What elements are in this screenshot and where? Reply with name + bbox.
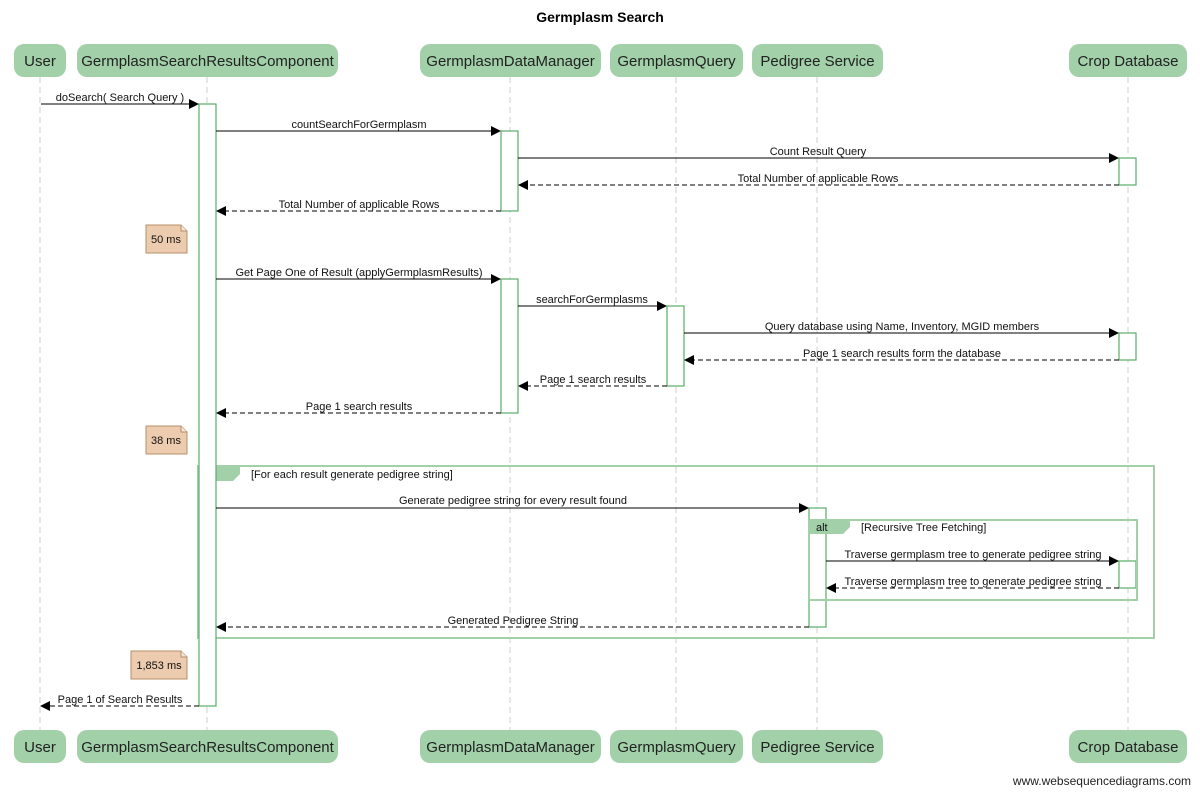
participant-gq-bottom[interactable]: GermplasmQuery	[610, 730, 743, 763]
arrowhead-icon	[216, 206, 226, 216]
participant-label: User	[24, 739, 56, 756]
participant-label: GermplasmDataManager	[426, 739, 594, 756]
message-label: Page 1 search results form the database	[803, 348, 1001, 360]
message-label: Generated Pedigree String	[448, 615, 579, 627]
participant-label: Crop Database	[1078, 53, 1179, 70]
message-total-rows-db[interactable]: Total Number of applicable Rows	[518, 173, 1119, 190]
participant-user[interactable]: User	[14, 44, 66, 77]
arrowhead-icon	[657, 301, 667, 311]
participant-label: GermplasmQuery	[617, 53, 736, 70]
message-total-rows[interactable]: Total Number of applicable Rows	[216, 199, 501, 216]
message-count-search[interactable]: countSearchForGermplasm	[216, 119, 501, 136]
message-label: Page 1 search results	[540, 374, 647, 386]
message-traverse-return[interactable]: Traverse germplasm tree to generate pedi…	[826, 576, 1119, 593]
message-count-result-query[interactable]: Count Result Query	[518, 146, 1119, 163]
note-1853ms[interactable]: 1,853 ms	[130, 650, 188, 680]
participant-label: GermplasmSearchResultsComponent	[81, 53, 334, 70]
footer-watermark[interactable]: www.websequencediagrams.com	[1012, 774, 1191, 788]
message-page1-to-gdm[interactable]: Page 1 search results	[518, 374, 667, 391]
arrowhead-icon	[1109, 556, 1119, 566]
participant-gsrc[interactable]: GermplasmSearchResultsComponent	[77, 44, 338, 77]
participant-label: Crop Database	[1078, 739, 1179, 756]
frame-condition: [Recursive Tree Fetching]	[861, 522, 986, 534]
participant-label: GermplasmDataManager	[426, 53, 594, 70]
sequence-diagram: Germplasm Search User GermplasmSearchRes…	[14, 9, 1191, 788]
participant-gdm-bottom[interactable]: GermplasmDataManager	[420, 730, 601, 763]
arrowhead-icon	[216, 622, 226, 632]
note-fold-icon	[180, 426, 187, 433]
activation-cdb-2	[1118, 332, 1137, 361]
message-search-for-germplasms[interactable]: searchForGermplasms	[518, 294, 667, 311]
message-page1-to-gsrc[interactable]: Page 1 search results	[216, 401, 501, 418]
participant-gsrc-bottom[interactable]: GermplasmSearchResultsComponent	[77, 730, 338, 763]
message-label: countSearchForGermplasm	[291, 119, 426, 131]
arrowhead-icon	[40, 701, 50, 711]
participant-ps[interactable]: Pedigree Service	[752, 44, 883, 77]
arrowhead-icon	[518, 180, 528, 190]
participant-label: GermplasmQuery	[617, 739, 736, 756]
message-page1-from-db[interactable]: Page 1 search results form the database	[684, 348, 1119, 365]
message-dosearch[interactable]: doSearch( Search Query )	[41, 92, 199, 109]
message-label: Total Number of applicable Rows	[738, 173, 899, 185]
message-label: doSearch( Search Query )	[56, 92, 184, 104]
note-fold-icon	[180, 225, 187, 232]
arrowhead-icon	[799, 503, 809, 513]
note-38ms[interactable]: 38 ms	[145, 425, 188, 455]
note-50ms[interactable]: 50 ms	[145, 224, 188, 254]
message-generated-pedigree[interactable]: Generated Pedigree String	[216, 615, 809, 632]
frame-kind-label: alt	[816, 522, 828, 534]
arrowhead-icon	[684, 355, 694, 365]
participant-cdb[interactable]: Crop Database	[1069, 44, 1187, 77]
activation-cdb-3	[1118, 560, 1137, 589]
activation-gsrc	[198, 103, 217, 707]
message-generate-pedigree[interactable]: Generate pedigree string for every resul…	[216, 495, 809, 513]
note-label: 50 ms	[151, 234, 181, 246]
arrowhead-icon	[216, 408, 226, 418]
message-label: Page 1 search results	[306, 401, 413, 413]
arrowhead-icon	[491, 126, 501, 136]
activation-gq	[666, 305, 685, 387]
message-query-database[interactable]: Query database using Name, Inventory, MG…	[684, 321, 1119, 338]
message-label: searchForGermplasms	[536, 294, 648, 306]
participant-user-bottom[interactable]: User	[14, 730, 66, 763]
arrowhead-icon	[518, 381, 528, 391]
arrowhead-icon	[189, 99, 199, 109]
arrowhead-icon	[826, 583, 836, 593]
message-label: Traverse germplasm tree to generate pedi…	[845, 549, 1102, 561]
participant-gq[interactable]: GermplasmQuery	[610, 44, 743, 77]
message-page1-of-results[interactable]: Page 1 of Search Results	[40, 694, 199, 711]
frame-condition: [For each result generate pedigree strin…	[251, 469, 453, 481]
participant-label: Pedigree Service	[760, 53, 874, 70]
message-label: Query database using Name, Inventory, MG…	[765, 321, 1040, 333]
activation-gdm-1	[500, 130, 519, 212]
message-get-page-one[interactable]: Get Page One of Result (applyGermplasmRe…	[216, 267, 501, 284]
message-label: Get Page One of Result (applyGermplasmRe…	[236, 267, 483, 279]
message-label: Page 1 of Search Results	[58, 694, 183, 706]
arrowhead-icon	[491, 274, 501, 284]
arrowhead-icon	[1109, 328, 1119, 338]
notes: 50 ms 38 ms 1,853 ms	[130, 224, 188, 680]
message-label: Traverse germplasm tree to generate pedi…	[845, 576, 1102, 588]
arrowhead-icon	[1109, 153, 1119, 163]
note-label: 1,853 ms	[136, 660, 182, 672]
participants-top: User GermplasmSearchResultsComponent Ger…	[14, 44, 1187, 77]
participant-ps-bottom[interactable]: Pedigree Service	[752, 730, 883, 763]
participant-label: GermplasmSearchResultsComponent	[81, 739, 334, 756]
message-label: Generate pedigree string for every resul…	[399, 495, 627, 507]
participant-label: User	[24, 53, 56, 70]
message-label: Total Number of applicable Rows	[279, 199, 440, 211]
participants-bottom: User GermplasmSearchResultsComponent Ger…	[14, 730, 1187, 763]
message-traverse-call[interactable]: Traverse germplasm tree to generate pedi…	[826, 549, 1119, 566]
participant-label: Pedigree Service	[760, 739, 874, 756]
diagram-title: Germplasm Search	[536, 9, 664, 25]
participant-cdb-bottom[interactable]: Crop Database	[1069, 730, 1187, 763]
activation-gdm-2	[500, 278, 519, 414]
note-label: 38 ms	[151, 435, 181, 447]
participant-gdm[interactable]: GermplasmDataManager	[420, 44, 601, 77]
message-label: Count Result Query	[770, 146, 867, 158]
activation-cdb-1	[1118, 157, 1137, 186]
